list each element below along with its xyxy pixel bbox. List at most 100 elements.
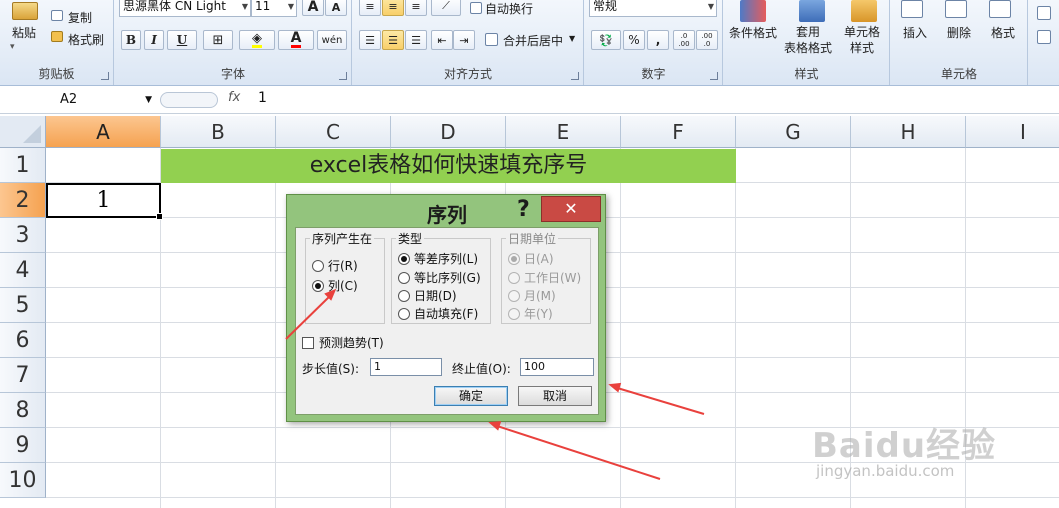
column-header-a[interactable]: A <box>46 116 161 148</box>
close-button[interactable]: ✕ <box>541 196 601 222</box>
radio-growth-label: 等比序列(G) <box>414 271 481 285</box>
row-header-7[interactable]: 7 <box>0 358 46 393</box>
column-header-d[interactable]: D <box>391 116 506 148</box>
group-editing <box>1029 0 1059 85</box>
cell-style-button[interactable]: 单元格 样式 <box>844 24 880 56</box>
radio-row[interactable]: 行(R) <box>312 257 358 274</box>
column-header-g[interactable]: G <box>736 116 851 148</box>
select-all-button[interactable] <box>0 116 46 148</box>
number-format-combo[interactable]: 常规 ▼ <box>589 0 717 17</box>
italic-button[interactable]: I <box>144 30 164 50</box>
row-header-1[interactable]: 1 <box>0 148 46 183</box>
wrap-text-button[interactable]: 自动换行 <box>485 0 533 17</box>
row-header-8[interactable]: 8 <box>0 393 46 428</box>
decrease-indent-icon[interactable]: ⇤ <box>431 30 453 50</box>
align-middle-icon[interactable]: ≡ <box>382 0 404 16</box>
group-label-styles: 样式 <box>794 67 819 81</box>
increase-indent-icon[interactable]: ⇥ <box>453 30 475 50</box>
align-bottom-icon[interactable]: ≡ <box>405 0 427 16</box>
column-header-i[interactable]: I <box>966 116 1059 148</box>
insert-function-icon[interactable]: fx <box>228 90 240 105</box>
percent-button[interactable]: % <box>623 30 645 50</box>
trend-checkbox[interactable]: 预测趋势(T) <box>302 334 384 351</box>
clipboard-launcher-icon[interactable] <box>101 72 109 80</box>
series-in-legend: 序列产生在 <box>310 230 375 247</box>
table-format-button[interactable]: 套用 表格格式 <box>784 24 832 56</box>
phonetic-icon[interactable]: wén <box>317 30 347 50</box>
fill-color-icon[interactable]: ◈ <box>239 30 275 50</box>
conditional-format-button[interactable]: 条件格式 <box>729 24 777 41</box>
radio-date[interactable]: 日期(D) <box>398 287 457 304</box>
row-header-4[interactable]: 4 <box>0 253 46 288</box>
merge-center-button[interactable]: 合并后居中 <box>503 32 563 49</box>
formula-splitter[interactable] <box>160 92 218 108</box>
borders-icon[interactable]: ⊞ <box>203 30 233 50</box>
font-size-combo[interactable]: 11 ▼ <box>251 0 297 17</box>
comma-button[interactable]: , <box>647 30 669 50</box>
help-icon[interactable]: ? <box>517 197 530 222</box>
name-box[interactable]: A2 ▼ <box>6 90 156 110</box>
increase-decimal-button[interactable]: .0 .00 <box>673 30 695 50</box>
row-header-3[interactable]: 3 <box>0 218 46 253</box>
step-input[interactable]: 1 <box>370 358 442 376</box>
row-header-6[interactable]: 6 <box>0 323 46 358</box>
paste-dropdown-icon[interactable]: ▾ <box>10 42 15 52</box>
format-button[interactable]: 格式 <box>991 24 1015 41</box>
fill-icon[interactable] <box>1037 30 1051 44</box>
font-color-icon[interactable]: A <box>278 30 314 50</box>
conditional-format-icon <box>740 0 766 22</box>
column-header-c[interactable]: C <box>276 116 391 148</box>
delete-cells-icon <box>945 0 967 18</box>
delete-button[interactable]: 删除 <box>947 24 971 41</box>
orientation-icon[interactable]: ⟋ <box>431 0 461 16</box>
row-header-5[interactable]: 5 <box>0 288 46 323</box>
sum-icon[interactable] <box>1037 6 1051 20</box>
font-launcher-icon[interactable] <box>339 72 347 80</box>
shrink-font-button[interactable]: A <box>325 0 347 16</box>
active-cell-a2[interactable]: 1 <box>46 183 163 220</box>
group-clipboard: 粘贴 ▾ 复制 格式刷 剪贴板 <box>0 0 114 85</box>
column-header-e[interactable]: E <box>506 116 621 148</box>
radio-day: 日(A) <box>508 250 554 267</box>
decrease-decimal-button[interactable]: .00 .0 <box>696 30 718 50</box>
column-header-f[interactable]: F <box>621 116 736 148</box>
radio-linear[interactable]: 等差序列(L) <box>398 250 478 267</box>
row-header-9[interactable]: 9 <box>0 428 46 463</box>
grow-font-button[interactable]: A <box>302 0 324 16</box>
trend-label: 预测趋势(T) <box>319 336 384 350</box>
radio-selected-icon <box>312 279 324 292</box>
paste-button[interactable]: 粘贴 <box>12 24 36 41</box>
align-center-icon[interactable]: ☰ <box>382 30 404 50</box>
copy-button[interactable]: 复制 <box>68 9 92 26</box>
radio-growth[interactable]: 等比序列(G) <box>398 269 481 286</box>
currency-icon[interactable]: 💱 <box>591 30 621 50</box>
chevron-down-icon[interactable]: ▼ <box>569 34 575 43</box>
row-header-10[interactable]: 10 <box>0 463 46 498</box>
grid-vline <box>735 148 736 508</box>
radio-autofill[interactable]: 自动填充(F) <box>398 305 478 322</box>
date-unit-group: 日期单位 日(A) 工作日(W) 月(M) 年(Y) <box>501 230 591 324</box>
excel-window: { "ribbon": { "clipboard": { "paste": "粘… <box>0 0 1059 508</box>
column-header-b[interactable]: B <box>161 116 276 148</box>
format-painter-button[interactable]: 格式刷 <box>68 31 104 48</box>
insert-cells-icon <box>901 0 923 18</box>
align-right-icon[interactable]: ☰ <box>405 30 427 50</box>
dialog-body: 序列产生在 行(R) 列(C) 类型 等差序列(L) 等比序列(G) 日期(D)… <box>295 227 599 415</box>
formula-input[interactable]: 1 <box>258 90 267 106</box>
font-name-combo[interactable]: 思源黑体 CN Light ▼ <box>119 0 251 17</box>
title-cell-b1[interactable]: excel表格如何快速填充序号 <box>161 149 736 183</box>
align-top-icon[interactable]: ≡ <box>359 0 381 16</box>
column-header-h[interactable]: H <box>851 116 966 148</box>
ok-button[interactable]: 确定 <box>434 386 508 406</box>
cancel-button[interactable]: 取消 <box>518 386 592 406</box>
alignment-launcher-icon[interactable] <box>571 72 579 80</box>
number-launcher-icon[interactable] <box>710 72 718 80</box>
bold-button[interactable]: B <box>121 30 141 50</box>
insert-button[interactable]: 插入 <box>903 24 927 41</box>
underline-button[interactable]: U <box>167 30 197 50</box>
group-label-cells: 单元格 <box>940 67 977 81</box>
align-left-icon[interactable]: ☰ <box>359 30 381 50</box>
radio-icon <box>398 307 410 320</box>
row-header-2[interactable]: 2 <box>0 183 46 218</box>
stop-input[interactable]: 100 <box>520 358 594 376</box>
